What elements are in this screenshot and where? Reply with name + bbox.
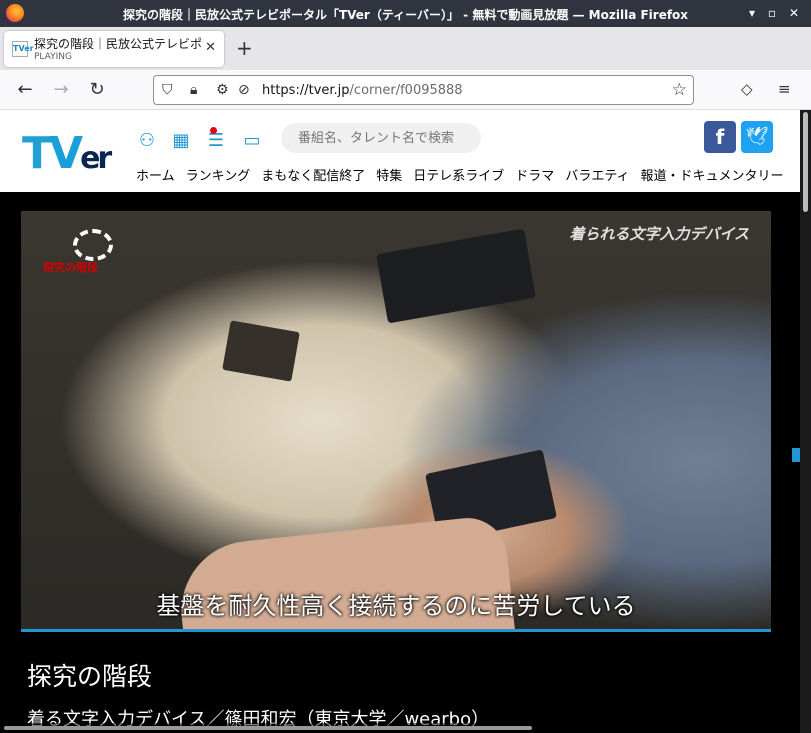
tab-title: 探究の階段｜民放公式テレビポ (34, 37, 202, 51)
window-titlebar: 探究の階段｜民放公式テレビポータル「TVer（ティーバー）」 - 無料で動画見放… (0, 0, 811, 27)
global-nav: ホーム ランキング まもなく配信終了 特集 日テレ系ライブ ドラマ バラエティ … (136, 165, 784, 184)
url-text[interactable]: https://tver.jp/corner/f0095888 (262, 83, 463, 98)
url-bar[interactable]: ⛉ 🔒︎ ⚙ ⊘ https://tver.jp/corner/f0095888… (153, 75, 694, 105)
minimize-button[interactable]: ▾ (744, 5, 760, 21)
nav-ranking[interactable]: ランキング (186, 165, 251, 184)
page-viewport: TVer ⚇ ▦ ☰ ▭ f 🕊 ホーム ランキング まもなく配信終了 特集 日… (0, 110, 811, 733)
tab-active[interactable]: TVer 探究の階段｜民放公式テレビポ PLAYING ✕ (4, 31, 224, 67)
program-logo-label: 探究の階段 (43, 261, 98, 274)
back-button[interactable]: ← (14, 79, 36, 100)
video-subtitle: 基盤を耐久性高く接続するのに苦労している (156, 592, 636, 620)
notification-dot (210, 127, 217, 134)
user-icon[interactable]: ⚇ (136, 130, 158, 152)
vertical-scrollbar[interactable] (800, 110, 811, 733)
site-header: TVer ⚇ ▦ ☰ ▭ f 🕊 ホーム ランキング まもなく配信終了 特集 日… (0, 110, 800, 192)
tver-favicon-icon: TVer (12, 41, 34, 57)
bookmark-star-icon[interactable]: ☆ (672, 80, 687, 100)
menu-icon[interactable]: ≡ (778, 80, 791, 98)
nav-drama[interactable]: ドラマ (515, 165, 554, 184)
tab-playing-status: PLAYING (34, 52, 72, 62)
navigation-toolbar: ← → ↻ ⛉ 🔒︎ ⚙ ⊘ https://tver.jp/corner/f0… (0, 70, 811, 110)
nav-variety[interactable]: バラエティ (565, 165, 629, 184)
tv-icon[interactable]: ▭ (241, 130, 263, 152)
horizontal-scroll-thumb[interactable] (4, 726, 532, 730)
video-top-caption: 着られる文字入力デバイス (569, 225, 749, 243)
grid-icon[interactable]: ▦ (170, 130, 192, 152)
nav-home[interactable]: ホーム (136, 165, 175, 184)
vertical-scroll-thumb[interactable] (803, 112, 808, 212)
program-logo: 探究の階段 (43, 229, 133, 275)
nav-ending-soon[interactable]: まもなく配信終了 (261, 165, 365, 184)
close-window-button[interactable]: ✕ (786, 5, 802, 21)
lock-icon[interactable]: 🔒︎ (190, 82, 197, 98)
window-title: 探究の階段｜民放公式テレビポータル「TVer（ティーバー）」 - 無料で動画見放… (122, 8, 689, 22)
tab-bar: TVer 探究の階段｜民放公式テレビポ PLAYING ✕ + (0, 27, 811, 70)
nav-feature[interactable]: 特集 (376, 165, 402, 184)
horizontal-scrollbar[interactable] (0, 723, 800, 733)
facebook-icon[interactable]: f (704, 121, 736, 153)
list-icon[interactable]: ☰ (205, 127, 227, 152)
program-logo-mark (73, 229, 113, 261)
side-accent (792, 448, 800, 462)
episode-title: 探究の階段 (27, 662, 153, 691)
pocket-icon[interactable]: ◇ (741, 80, 753, 98)
shield-icon[interactable]: ⛉ (162, 82, 173, 98)
search-input[interactable] (281, 123, 481, 153)
maximize-button[interactable]: ▫ (764, 5, 780, 21)
video-progress-fill (21, 629, 771, 632)
tracking-icon[interactable]: ⊘ (238, 82, 250, 98)
forward-button[interactable]: → (50, 79, 72, 100)
reload-button[interactable]: ↻ (86, 79, 108, 100)
nav-ntv-live[interactable]: 日テレ系ライブ (413, 165, 504, 184)
video-player[interactable]: 探究の階段 着られる文字入力デバイス 基盤を耐久性高く接続するのに苦労している (21, 211, 771, 631)
permissions-icon[interactable]: ⚙ (216, 82, 229, 98)
nav-news-documentary[interactable]: 報道・ドキュメンタリー (641, 165, 784, 184)
video-progress-bar[interactable] (21, 629, 771, 632)
tver-logo[interactable]: TVer (22, 128, 112, 179)
tab-close-icon[interactable]: ✕ (205, 40, 216, 55)
new-tab-button[interactable]: + (236, 36, 253, 60)
twitter-icon[interactable]: 🕊 (741, 121, 773, 153)
